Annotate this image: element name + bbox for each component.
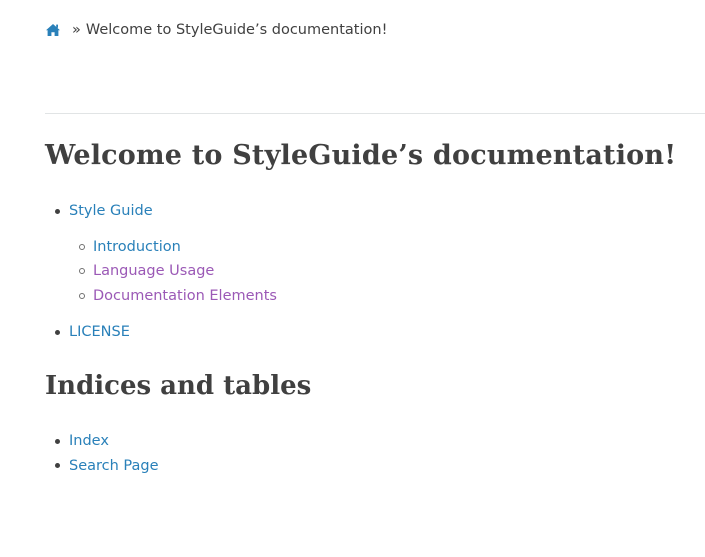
toc-list: Style Guide Introduction Language Usage … (45, 199, 277, 345)
introduction-link[interactable]: Introduction (93, 239, 181, 255)
indices-heading: Indices and tables (45, 371, 312, 401)
toc-item-documentation-elements: Documentation Elements (69, 284, 277, 309)
indices-list: Index Search Page (45, 429, 159, 478)
breadcrumb: » Welcome to StyleGuide’s documentation! (45, 18, 387, 42)
header-divider (45, 113, 705, 114)
breadcrumb-current: Welcome to StyleGuide’s documentation! (85, 22, 388, 38)
toc-sub-list: Introduction Language Usage Documentatio… (69, 235, 277, 309)
home-icon (46, 24, 60, 36)
toc-item-introduction: Introduction (69, 235, 277, 260)
toc-item-style-guide: Style Guide (45, 199, 277, 224)
indices-item-search: Search Page (45, 454, 159, 479)
toc-subsection: Introduction Language Usage Documentatio… (45, 235, 277, 309)
documentation-elements-link[interactable]: Documentation Elements (93, 288, 277, 304)
breadcrumb-separator: » (72, 22, 81, 38)
home-link[interactable] (45, 23, 61, 37)
toc-item-language-usage: Language Usage (69, 259, 277, 284)
style-guide-link[interactable]: Style Guide (69, 203, 153, 219)
search-page-link[interactable]: Search Page (69, 458, 159, 474)
license-link[interactable]: LICENSE (69, 324, 130, 340)
indices-item-index: Index (45, 429, 159, 454)
language-usage-link[interactable]: Language Usage (93, 263, 214, 279)
toc-item-license: LICENSE (45, 320, 277, 345)
index-link[interactable]: Index (69, 433, 109, 449)
page-title: Welcome to StyleGuide’s documentation! (45, 140, 677, 171)
